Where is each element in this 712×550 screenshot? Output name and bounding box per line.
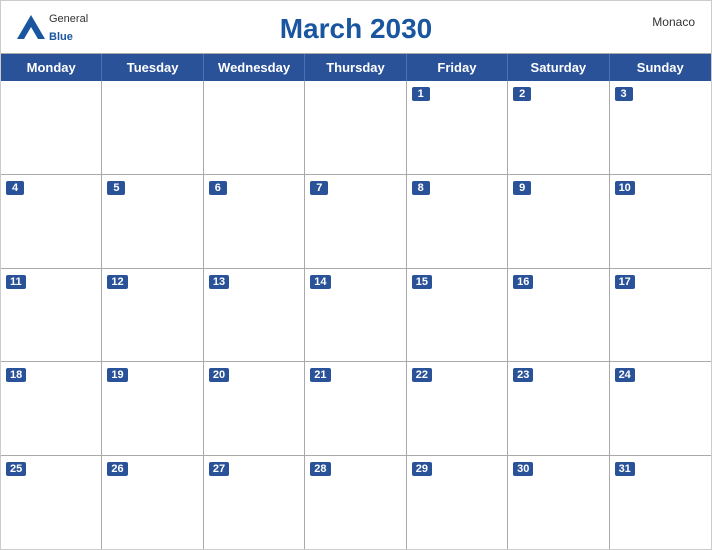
day-cell: 31 <box>610 456 711 549</box>
day-header-thursday: Thursday <box>305 54 406 81</box>
day-cell <box>1 81 102 174</box>
logo-icon <box>17 15 45 39</box>
day-number: 7 <box>310 181 328 195</box>
day-cell: 5 <box>102 175 203 268</box>
day-number: 8 <box>412 181 430 195</box>
logo-general: General <box>49 13 88 25</box>
day-number: 22 <box>412 368 432 382</box>
day-cell: 19 <box>102 362 203 455</box>
week-row-2: 4 5 6 7 8 9 10 <box>1 175 711 269</box>
day-header-tuesday: Tuesday <box>102 54 203 81</box>
day-cell: 7 <box>305 175 406 268</box>
day-number: 12 <box>107 275 127 289</box>
day-number: 29 <box>412 462 432 476</box>
day-number: 5 <box>107 181 125 195</box>
country-label: Monaco <box>652 15 695 29</box>
logo: General Blue <box>17 9 88 45</box>
weeks-container: 1234567891011121314151617181920212223242… <box>1 81 711 549</box>
day-cell: 18 <box>1 362 102 455</box>
day-cell: 6 <box>204 175 305 268</box>
day-cell: 16 <box>508 269 609 362</box>
day-cell: 1 <box>407 81 508 174</box>
day-number: 3 <box>615 87 633 101</box>
day-number: 20 <box>209 368 229 382</box>
day-number: 18 <box>6 368 26 382</box>
day-cell: 9 <box>508 175 609 268</box>
day-number: 19 <box>107 368 127 382</box>
logo-text: General Blue <box>49 9 88 45</box>
day-cell: 24 <box>610 362 711 455</box>
day-cell: 3 <box>610 81 711 174</box>
day-cell: 27 <box>204 456 305 549</box>
day-cell: 8 <box>407 175 508 268</box>
day-cell: 21 <box>305 362 406 455</box>
day-number: 31 <box>615 462 635 476</box>
logo-blue: Blue <box>49 31 73 43</box>
day-cell: 4 <box>1 175 102 268</box>
day-number: 23 <box>513 368 533 382</box>
day-header-saturday: Saturday <box>508 54 609 81</box>
day-cell: 23 <box>508 362 609 455</box>
day-number: 25 <box>6 462 26 476</box>
day-number: 26 <box>107 462 127 476</box>
week-row-4: 18 19 20 21 22 23 24 <box>1 362 711 456</box>
day-cell: 22 <box>407 362 508 455</box>
day-cell: 12 <box>102 269 203 362</box>
day-cell <box>305 81 406 174</box>
calendar-grid: MondayTuesdayWednesdayThursdayFridaySatu… <box>1 53 711 549</box>
day-cell: 29 <box>407 456 508 549</box>
day-number: 16 <box>513 275 533 289</box>
day-cell: 20 <box>204 362 305 455</box>
day-number: 14 <box>310 275 330 289</box>
week-row-5: 25 26 27 28 29 30 31 <box>1 456 711 549</box>
calendar: General Blue March 2030 Monaco MondayTue… <box>0 0 712 550</box>
day-cell: 13 <box>204 269 305 362</box>
day-header-sunday: Sunday <box>610 54 711 81</box>
day-cell: 2 <box>508 81 609 174</box>
day-number: 27 <box>209 462 229 476</box>
day-cell: 10 <box>610 175 711 268</box>
week-row-3: 11 12 13 14 15 16 17 <box>1 269 711 363</box>
day-cell: 11 <box>1 269 102 362</box>
day-number: 21 <box>310 368 330 382</box>
day-number: 9 <box>513 181 531 195</box>
day-cell <box>204 81 305 174</box>
day-header-wednesday: Wednesday <box>204 54 305 81</box>
day-cell: 26 <box>102 456 203 549</box>
day-number: 11 <box>6 275 26 289</box>
week-row-1: 1 2 3 <box>1 81 711 175</box>
day-header-monday: Monday <box>1 54 102 81</box>
day-number: 30 <box>513 462 533 476</box>
day-number: 2 <box>513 87 531 101</box>
day-headers-row: MondayTuesdayWednesdayThursdayFridaySatu… <box>1 54 711 81</box>
day-number: 28 <box>310 462 330 476</box>
day-cell: 28 <box>305 456 406 549</box>
day-cell: 25 <box>1 456 102 549</box>
day-cell: 14 <box>305 269 406 362</box>
day-number: 4 <box>6 181 24 195</box>
day-number: 17 <box>615 275 635 289</box>
day-number: 1 <box>412 87 430 101</box>
day-number: 24 <box>615 368 635 382</box>
day-cell: 17 <box>610 269 711 362</box>
day-number: 15 <box>412 275 432 289</box>
day-number: 6 <box>209 181 227 195</box>
day-cell: 30 <box>508 456 609 549</box>
calendar-title: March 2030 <box>280 13 433 45</box>
calendar-header: General Blue March 2030 Monaco <box>1 1 711 53</box>
day-cell: 15 <box>407 269 508 362</box>
day-number: 10 <box>615 181 635 195</box>
day-number: 13 <box>209 275 229 289</box>
day-cell <box>102 81 203 174</box>
day-header-friday: Friday <box>407 54 508 81</box>
